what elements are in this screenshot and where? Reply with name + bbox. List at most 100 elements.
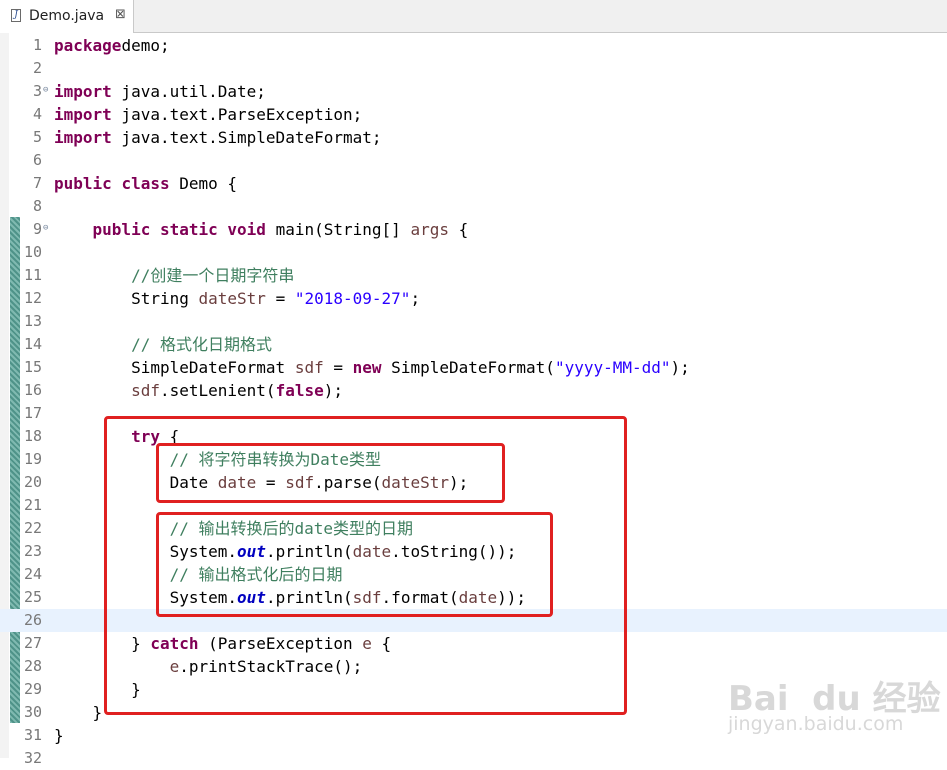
code-line[interactable]: 14 // 格式化日期格式 bbox=[0, 333, 947, 356]
code-text: import java.text.ParseException; bbox=[54, 103, 362, 126]
code-token: void bbox=[227, 220, 266, 239]
code-token: java.text.ParseException; bbox=[111, 105, 363, 124]
code-line[interactable]: 1 packagedemo; bbox=[0, 34, 947, 57]
code-line[interactable]: 7 public class Demo { bbox=[0, 172, 947, 195]
code-line[interactable]: 4 import java.text.ParseException; bbox=[0, 103, 947, 126]
code-token: "2018-09-27" bbox=[294, 289, 411, 308]
line-number: 16 bbox=[23, 381, 42, 399]
code-token: java.text.SimpleDateFormat; bbox=[111, 128, 382, 147]
line-number: 27 bbox=[23, 634, 42, 652]
line-number: 23 bbox=[23, 542, 42, 560]
line-number: 14 bbox=[23, 335, 42, 353]
line-number: 9 bbox=[32, 220, 42, 238]
code-token: class bbox=[121, 174, 170, 193]
tab-demo-java[interactable]: J Demo.java ⊠ bbox=[0, 0, 134, 33]
code-text: String dateStr = "2018-09-27"; bbox=[54, 287, 420, 310]
code-text: packagedemo; bbox=[54, 34, 170, 57]
code-token: Demo { bbox=[169, 174, 238, 193]
code-token: demo; bbox=[121, 36, 170, 55]
fold-toggle-icon[interactable]: ⊖ bbox=[43, 224, 48, 233]
code-line[interactable]: 8 bbox=[0, 195, 947, 218]
code-text: public class Demo { bbox=[54, 172, 237, 195]
java-file-icon: J bbox=[11, 9, 21, 22]
code-line[interactable]: 10 bbox=[0, 241, 947, 264]
line-number: 30 bbox=[23, 703, 42, 721]
line-number: 10 bbox=[23, 243, 42, 261]
code-token: = bbox=[265, 289, 295, 308]
line-number: 4 bbox=[32, 105, 42, 123]
code-line[interactable]: 2 bbox=[0, 57, 947, 80]
line-number: 25 bbox=[23, 588, 42, 606]
println-highlight-box bbox=[156, 512, 553, 617]
parse-highlight-box bbox=[156, 443, 505, 503]
line-number: 19 bbox=[23, 450, 42, 468]
code-token: static bbox=[159, 220, 218, 239]
line-number: 11 bbox=[23, 266, 42, 284]
line-number: 12 bbox=[23, 289, 42, 307]
tab-label: Demo.java bbox=[29, 8, 105, 24]
code-token: new bbox=[352, 358, 382, 377]
code-text: } bbox=[54, 724, 64, 747]
line-number: 22 bbox=[23, 519, 42, 537]
code-token: } bbox=[54, 726, 64, 745]
code-line[interactable]: 6 bbox=[0, 149, 947, 172]
baidu-watermark-url: jingyan.baidu.com bbox=[728, 713, 904, 735]
code-line[interactable]: 13 bbox=[0, 310, 947, 333]
line-number: 20 bbox=[23, 473, 42, 491]
code-token: dateStr bbox=[198, 289, 266, 308]
code-token: false bbox=[275, 381, 324, 400]
line-number: 5 bbox=[32, 128, 42, 146]
line-number: 32 bbox=[23, 749, 42, 767]
code-line[interactable]: 15 SimpleDateFormat sdf = new SimpleDate… bbox=[0, 356, 947, 379]
line-number: 24 bbox=[23, 565, 42, 583]
line-number: 1 bbox=[32, 36, 42, 54]
code-text: import java.util.Date; bbox=[54, 80, 266, 103]
line-number: 29 bbox=[23, 680, 42, 698]
code-token: //创建一个日期字符串 bbox=[131, 266, 295, 285]
code-token: .setLenient( bbox=[159, 381, 276, 400]
fold-toggle-icon[interactable]: ⊖ bbox=[43, 86, 48, 95]
code-token: sdf bbox=[294, 358, 324, 377]
code-text: //创建一个日期字符串 bbox=[54, 264, 294, 287]
line-number: 13 bbox=[23, 312, 42, 330]
code-text: sdf.setLenient(false); bbox=[54, 379, 343, 402]
line-number: 28 bbox=[23, 657, 42, 675]
code-token: SimpleDateFormat( bbox=[381, 358, 555, 377]
code-token: import bbox=[54, 128, 112, 147]
code-token: sdf bbox=[131, 381, 160, 400]
code-token: SimpleDateFormat bbox=[54, 358, 295, 377]
code-text: import java.text.SimpleDateFormat; bbox=[54, 126, 382, 149]
editor-tab-bar: J Demo.java ⊠ bbox=[0, 0, 947, 33]
line-number: 15 bbox=[23, 358, 42, 376]
code-token: ; bbox=[410, 289, 421, 308]
code-token: import bbox=[54, 82, 112, 101]
code-token: "yyyy-MM-dd" bbox=[554, 358, 671, 377]
code-token: { bbox=[448, 220, 469, 239]
line-number: 3 bbox=[32, 82, 42, 100]
code-token: = bbox=[323, 358, 353, 377]
code-line[interactable]: 5 import java.text.SimpleDateFormat; bbox=[0, 126, 947, 149]
close-tab-icon[interactable]: ⊠ bbox=[115, 7, 126, 22]
code-token: ); bbox=[670, 358, 690, 377]
code-line[interactable]: 12 String dateStr = "2018-09-27"; bbox=[0, 287, 947, 310]
code-line[interactable]: 11 //创建一个日期字符串 bbox=[0, 264, 947, 287]
line-number: 2 bbox=[32, 59, 42, 77]
code-line[interactable]: 32 bbox=[0, 747, 947, 770]
code-token: } bbox=[54, 703, 103, 722]
code-token: main(String[] bbox=[265, 220, 411, 239]
code-text: SimpleDateFormat sdf = new SimpleDateFor… bbox=[54, 356, 690, 379]
code-text: public static void main(String[] args { bbox=[54, 218, 469, 241]
code-line[interactable]: 16 sdf.setLenient(false); bbox=[0, 379, 947, 402]
code-line[interactable]: 3 ⊖ import java.util.Date; bbox=[0, 80, 947, 103]
code-token: args bbox=[410, 220, 449, 239]
code-token: ); bbox=[323, 381, 343, 400]
line-number: 18 bbox=[23, 427, 42, 445]
code-editor[interactable]: 1 packagedemo; 2 3 ⊖ import java.util.Date; 4 i… bbox=[0, 33, 947, 767]
code-line[interactable]: 9 ⊖ public static void main(String[] args… bbox=[0, 218, 947, 241]
